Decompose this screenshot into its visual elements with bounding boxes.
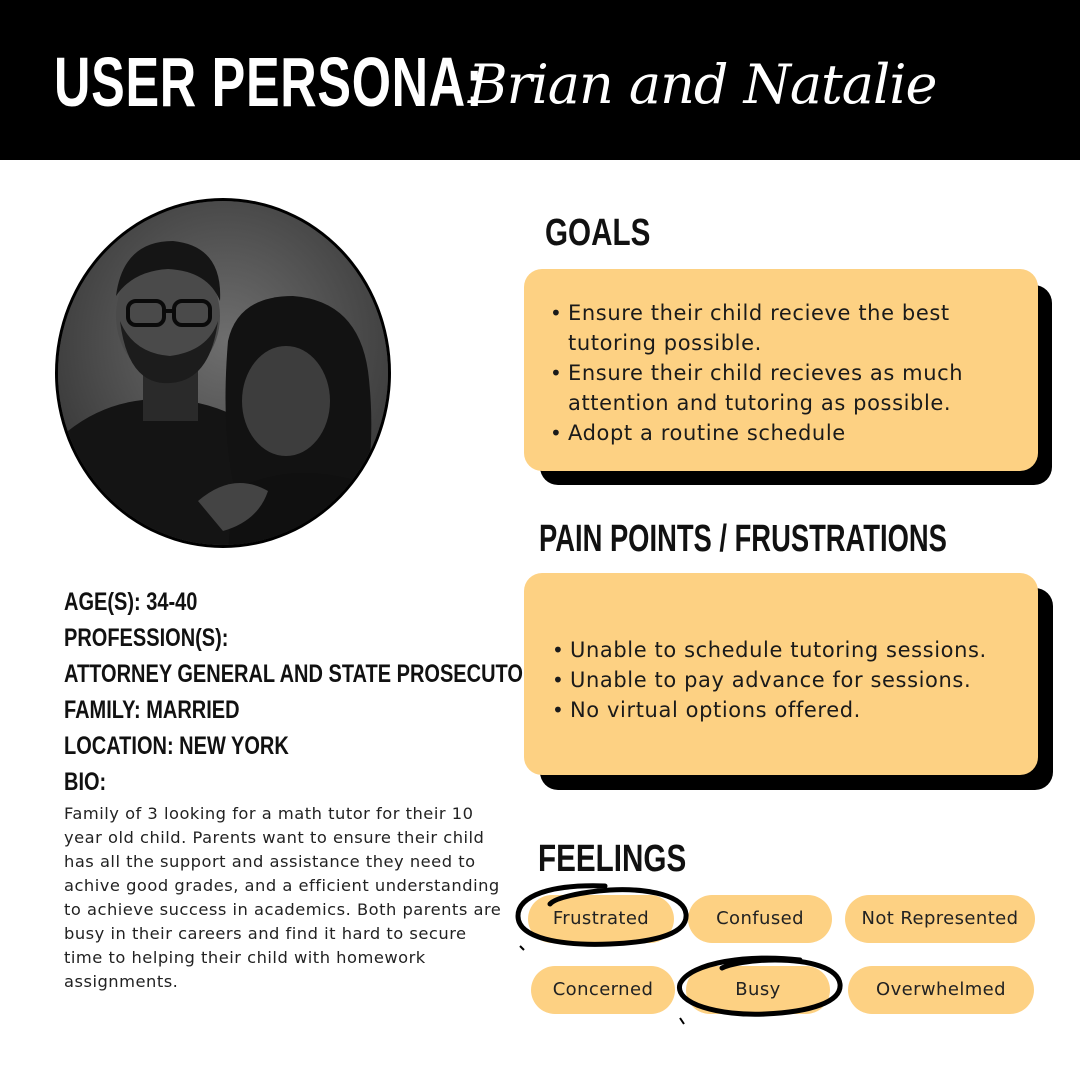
family-line: FAMILY: MARRIED <box>64 696 240 724</box>
pain-point-item: No virtual options offered. <box>550 695 1028 725</box>
feeling-chip-concerned: Concerned <box>531 966 675 1014</box>
persona-photo <box>55 198 391 548</box>
age-line: AGE(S): 34-40 <box>64 588 198 616</box>
bio-label: BIO: <box>64 768 107 796</box>
header-banner: USER PERSONA: Brian and Natalie <box>0 0 1080 160</box>
goals-card: Ensure their child recieve the best tuto… <box>524 269 1038 471</box>
goals-heading: GOALS <box>545 212 651 254</box>
persona-info: AGE(S): 34-40 PROFESSION(S): ATTORNEY GE… <box>64 584 538 994</box>
persona-names: Brian and Natalie <box>468 53 937 116</box>
couple-portrait-image <box>58 201 388 545</box>
feeling-chip-frustrated: Frustrated <box>528 895 674 943</box>
feeling-chip-overwhelmed: Overwhelmed <box>848 966 1034 1014</box>
bio-text: Family of 3 looking for a math tutor for… <box>64 804 502 991</box>
feeling-chip-not-represented: Not Represented <box>845 895 1035 943</box>
location-line: LOCATION: NEW YORK <box>64 732 289 760</box>
profession-label: PROFESSION(S): <box>64 624 229 652</box>
page-title: USER PERSONA: <box>54 43 484 121</box>
feeling-chip-confused: Confused <box>688 895 832 943</box>
goal-item: Ensure their child recieve the best tuto… <box>548 298 1020 358</box>
goal-item: Ensure their child recieves as much atte… <box>548 358 1020 418</box>
pain-points-card: Unable to schedule tutoring sessions. Un… <box>524 573 1038 775</box>
goals-list: Ensure their child recieve the best tuto… <box>548 298 1020 448</box>
pain-points-list: Unable to schedule tutoring sessions. Un… <box>550 635 1028 725</box>
feeling-chip-busy: Busy <box>686 966 830 1014</box>
feelings-heading: FEELINGS <box>538 838 687 880</box>
profession-value: ATTORNEY GENERAL AND STATE PROSECUTOR <box>64 660 538 688</box>
pain-point-item: Unable to pay advance for sessions. <box>550 665 1028 695</box>
pain-point-item: Unable to schedule tutoring sessions. <box>550 635 1028 665</box>
goal-item: Adopt a routine schedule <box>548 418 1020 448</box>
pain-points-heading: PAIN POINTS / FRUSTRATIONS <box>539 518 947 560</box>
